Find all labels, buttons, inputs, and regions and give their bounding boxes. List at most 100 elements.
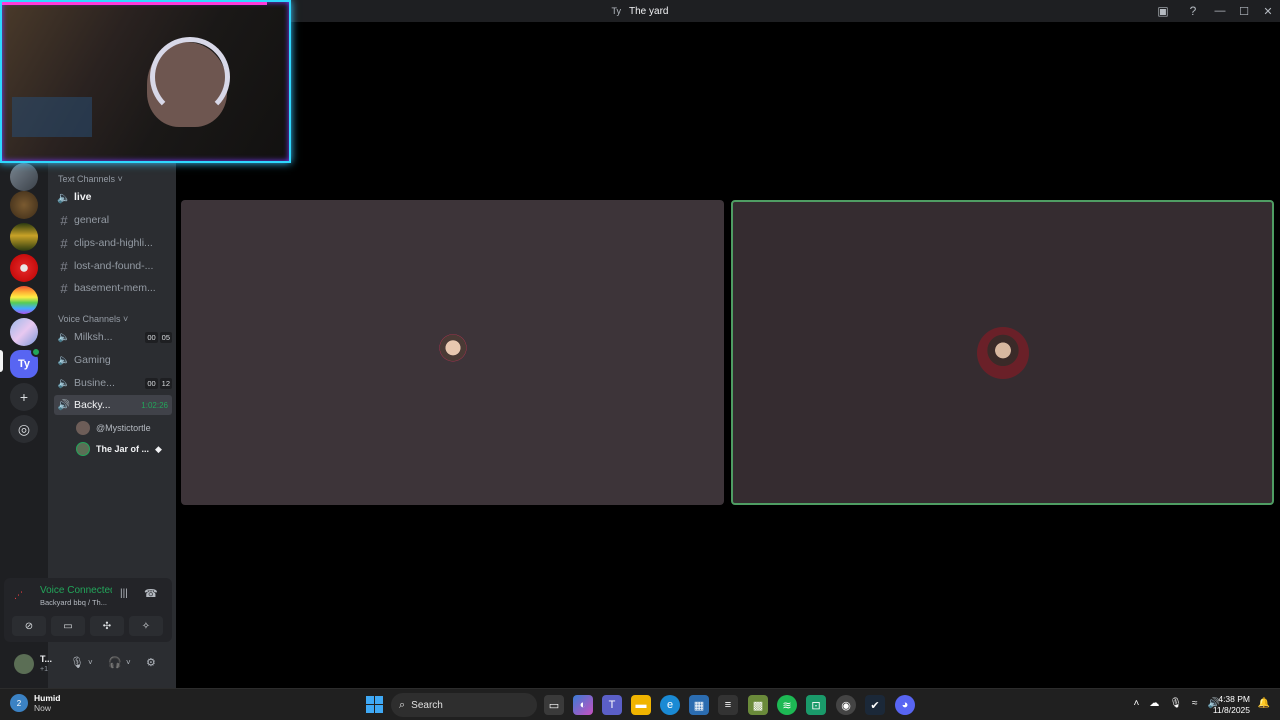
- server-icon[interactable]: [10, 254, 38, 282]
- user-limit-badge: 00 05: [145, 331, 172, 343]
- task-view-icon[interactable]: ▭: [544, 695, 564, 715]
- channel-clips[interactable]: # clips-and-highli...: [54, 233, 172, 253]
- server-ty-label: Ty: [17, 358, 31, 370]
- microphone-icon[interactable]: 🎙: [70, 656, 84, 669]
- server-icon[interactable]: [10, 163, 38, 191]
- server-icon[interactable]: [10, 191, 38, 219]
- onedrive-icon[interactable]: ☁: [1149, 698, 1159, 709]
- chevron-down-icon[interactable]: ˅: [126, 658, 131, 667]
- chevron-up-icon[interactable]: ˄: [1134, 698, 1140, 709]
- speaker-icon: 🔈: [57, 331, 71, 343]
- webcam-overlay: [0, 0, 291, 163]
- voice-user[interactable]: @Mystictortle: [76, 419, 151, 437]
- headset-shape: [150, 37, 230, 117]
- call-timer: 1:02:26: [141, 400, 168, 410]
- discord-icon[interactable]: ◕: [895, 695, 915, 715]
- camera-off-button[interactable]: ⊘: [12, 616, 46, 636]
- maximize-button[interactable]: ☐: [1232, 0, 1256, 22]
- server-icon[interactable]: [10, 318, 38, 346]
- voice-user-name: The Jar of ...: [96, 444, 150, 454]
- active-server-pill: [0, 350, 3, 372]
- windows-start-icon[interactable]: [366, 696, 383, 713]
- inbox-icon[interactable]: ▣: [1148, 0, 1178, 22]
- speaker-icon: 🔈: [57, 354, 71, 366]
- server-tag: Ty: [611, 6, 622, 16]
- minimize-button[interactable]: —: [1208, 0, 1232, 22]
- voice-user-name: @Mystictortle: [96, 423, 151, 433]
- voice-channel-milkshake[interactable]: 🔈 Milksh... 00 05: [54, 327, 172, 347]
- channel-basement[interactable]: # basement-mem...: [54, 278, 172, 298]
- taskbar-search[interactable]: ⌕ Search: [391, 693, 537, 717]
- speaker-icon: 🔈: [57, 191, 71, 204]
- teams-icon[interactable]: T: [602, 695, 622, 715]
- voice-channel-path[interactable]: Backyard bbq / Th...: [40, 598, 112, 607]
- minecraft-icon[interactable]: ▩: [748, 695, 768, 715]
- participant-tile-speaking[interactable]: [731, 200, 1274, 505]
- avatar: [76, 421, 90, 435]
- voice-channel-business[interactable]: 🔈 Busine... 00 12: [54, 373, 172, 393]
- signal-icon[interactable]: ⋰: [14, 590, 23, 601]
- user-limit-badge: 00 12: [145, 377, 172, 389]
- windows-taskbar: 2 Humid Now ⌕ Search ▭ ◐ T ▬ e ▦ ≡ ▩ ≋ ⊡ …: [0, 688, 1280, 720]
- plus-icon[interactable]: +: [10, 383, 38, 411]
- disconnect-icon[interactable]: ☎: [144, 587, 158, 600]
- system-tray: ˄ ☁ 🎙 ≈ 🔊: [1134, 698, 1221, 709]
- window-title-text: The yard: [629, 5, 669, 17]
- voice-connected-panel: ⋰ Voice Connected Backyard bbq / Th... |…: [4, 578, 172, 642]
- voice-user[interactable]: The Jar of ... ◆: [76, 440, 162, 458]
- hash-icon: #: [60, 280, 68, 296]
- participant-tile[interactable]: [181, 200, 724, 505]
- file-explorer-icon[interactable]: ▬: [631, 695, 651, 715]
- compass-icon[interactable]: ◎: [10, 415, 38, 443]
- server-icon[interactable]: [10, 223, 38, 251]
- xbox-icon[interactable]: ⊡: [806, 695, 826, 715]
- channel-label: basement-mem...: [74, 282, 156, 294]
- activities-button[interactable]: ✣: [90, 616, 124, 636]
- soundboard-button[interactable]: ✧: [129, 616, 163, 636]
- server-icon-ty[interactable]: Ty: [10, 347, 41, 378]
- obs-icon[interactable]: ◉: [836, 695, 856, 715]
- background-object: [12, 97, 92, 137]
- help-icon[interactable]: ?: [1178, 0, 1208, 22]
- cam-glow-bar: [2, 2, 267, 5]
- channel-general[interactable]: # general: [54, 210, 172, 230]
- microphone-icon[interactable]: 🎙: [1169, 698, 1182, 709]
- wifi-icon[interactable]: ≈: [1192, 698, 1198, 709]
- gear-icon[interactable]: ⚙: [146, 656, 156, 669]
- clock-time: 4:38 PM: [1218, 694, 1250, 704]
- channel-label: Milksh...: [74, 331, 113, 343]
- user-name[interactable]: T...: [40, 654, 52, 664]
- channel-label: clips-and-highli...: [74, 237, 153, 249]
- notification-bell-icon[interactable]: 🔔: [1258, 698, 1270, 709]
- clock[interactable]: 4:38 PM 11/8/2025: [1213, 694, 1250, 716]
- search-label: Search: [411, 699, 443, 711]
- channel-live[interactable]: 🔈 live: [54, 187, 172, 207]
- voice-status[interactable]: Voice Connected: [40, 585, 112, 596]
- hash-icon: #: [60, 258, 68, 274]
- noise-suppression-icon[interactable]: |||: [120, 588, 128, 599]
- weather-sub: Now: [34, 703, 52, 713]
- server-icon[interactable]: [10, 286, 38, 314]
- avatar[interactable]: [14, 654, 34, 674]
- chevron-down-icon[interactable]: ˅: [88, 658, 93, 667]
- close-button[interactable]: ✕: [1256, 0, 1280, 22]
- headphones-icon[interactable]: 🎧: [108, 656, 122, 669]
- copilot-icon[interactable]: ◐: [573, 695, 593, 715]
- discord-window: Ty The yard ▣ ? — ☐ ✕ Ty + ◎ Text Channe…: [0, 0, 1280, 720]
- voice-channel-gaming[interactable]: 🔈 Gaming: [54, 350, 172, 370]
- calculator-icon[interactable]: ≡: [718, 695, 738, 715]
- text-channels-category[interactable]: Text Channels ˅: [58, 174, 123, 184]
- steam-icon[interactable]: ✔: [865, 695, 885, 715]
- clock-date: 11/8/2025: [1212, 705, 1250, 715]
- spotify-icon[interactable]: ≋: [777, 695, 797, 715]
- store-icon[interactable]: ▦: [689, 695, 709, 715]
- voice-channels-category[interactable]: Voice Channels ˅: [58, 314, 128, 324]
- channel-label: live: [74, 191, 92, 203]
- voice-channel-backyard[interactable]: 🔊 Backy... 1:02:26: [54, 395, 172, 415]
- screen-share-button[interactable]: ▭: [51, 616, 85, 636]
- camera-off-icon: ⊘: [24, 620, 34, 632]
- weather-widget[interactable]: 2 Humid Now: [10, 693, 60, 713]
- edge-icon[interactable]: e: [660, 695, 680, 715]
- channel-lost-and-found[interactable]: # lost-and-found-...: [54, 256, 172, 276]
- participant-avatar: [426, 326, 479, 379]
